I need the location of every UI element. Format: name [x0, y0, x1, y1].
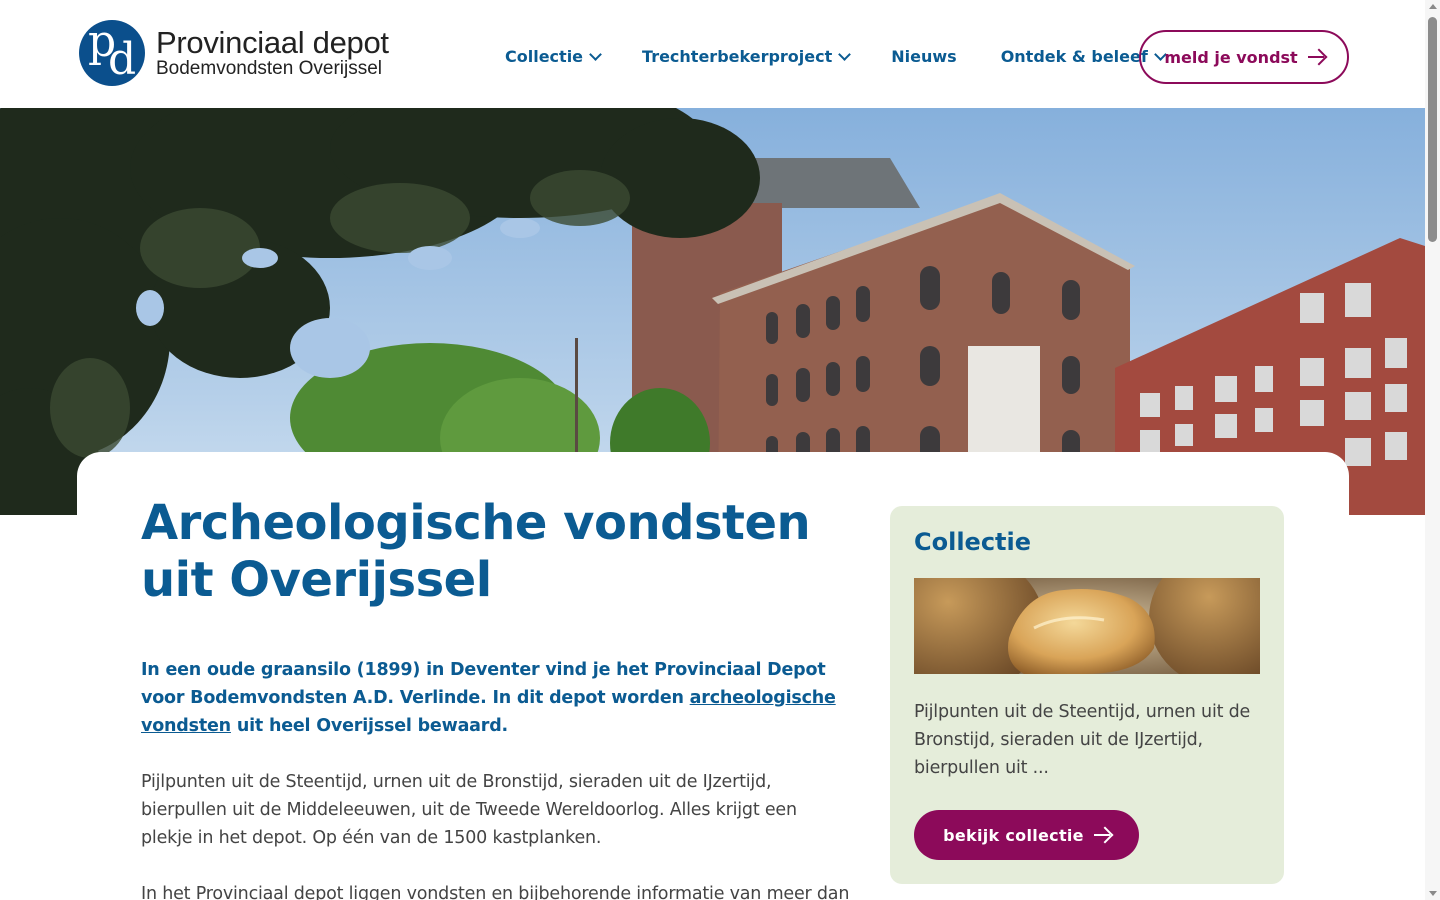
site-header: p d Provinciaal depot Bodemvondsten Over…	[0, 0, 1425, 108]
page-scrollbar[interactable]	[1425, 0, 1440, 900]
logo-mark-icon: p d	[79, 20, 145, 86]
logo-letter-d: d	[108, 34, 137, 85]
meld-je-vondst-button[interactable]: meld je vondst	[1139, 30, 1349, 84]
logo-title: Provinciaal depot	[156, 24, 389, 60]
scroll-up-arrow-icon[interactable]	[1429, 4, 1437, 9]
logo-subtitle: Bodemvondsten Overijssel	[156, 57, 382, 79]
pottery-fragments-image	[914, 578, 1260, 674]
nav-item-trechterbekerproject[interactable]: Trechterbekerproject	[642, 47, 852, 66]
main-nav: Collectie Trechterbekerproject Nieuws On…	[505, 47, 1167, 66]
nav-item-nieuws[interactable]: Nieuws	[891, 47, 956, 66]
teaser-title: Collectie	[914, 528, 1032, 556]
nav-item-label: Collectie	[505, 47, 584, 66]
arrow-right-icon	[1093, 834, 1110, 836]
intro-text-end: uit heel Overijssel bewaard.	[230, 716, 508, 736]
teaser-text: Pijlpunten uit de Steentijd, urnen uit d…	[914, 702, 1251, 778]
scroll-down-arrow-icon[interactable]	[1429, 891, 1437, 896]
nav-item-label: Trechterbekerproject	[642, 47, 833, 66]
chevron-down-icon	[589, 47, 602, 61]
body-paragraph-2: In het Provinciaal depot liggen vondsten…	[141, 884, 850, 900]
body-paragraph-1: Pijlpunten uit de Steentijd, urnen uit d…	[141, 772, 797, 848]
chevron-down-icon	[838, 47, 852, 61]
bekijk-collectie-button[interactable]: bekijk collectie	[914, 810, 1139, 860]
cta-label: meld je vondst	[1164, 47, 1298, 67]
pottery-photo	[914, 578, 1260, 674]
page-title: Archeologische vondsten uit Overijssel	[141, 495, 811, 608]
button-label: bekijk collectie	[943, 825, 1084, 845]
intro-text: In een oude graansilo (1899) in Deventer…	[141, 656, 851, 740]
arrow-right-icon	[1307, 56, 1324, 58]
nav-item-collectie[interactable]: Collectie	[505, 47, 602, 66]
collectie-teaser: Collectie Pijlpunten uit de Steentijd, u…	[890, 506, 1284, 884]
nav-item-label: Ontdek & beleef	[1000, 47, 1148, 66]
logo-text: Provinciaal depot Bodemvondsten Overijss…	[156, 24, 389, 79]
scrollbar-thumb[interactable]	[1428, 17, 1437, 242]
nav-item-label: Nieuws	[891, 47, 957, 66]
site-logo[interactable]: p d Provinciaal depot Bodemvondsten Over…	[79, 20, 389, 86]
